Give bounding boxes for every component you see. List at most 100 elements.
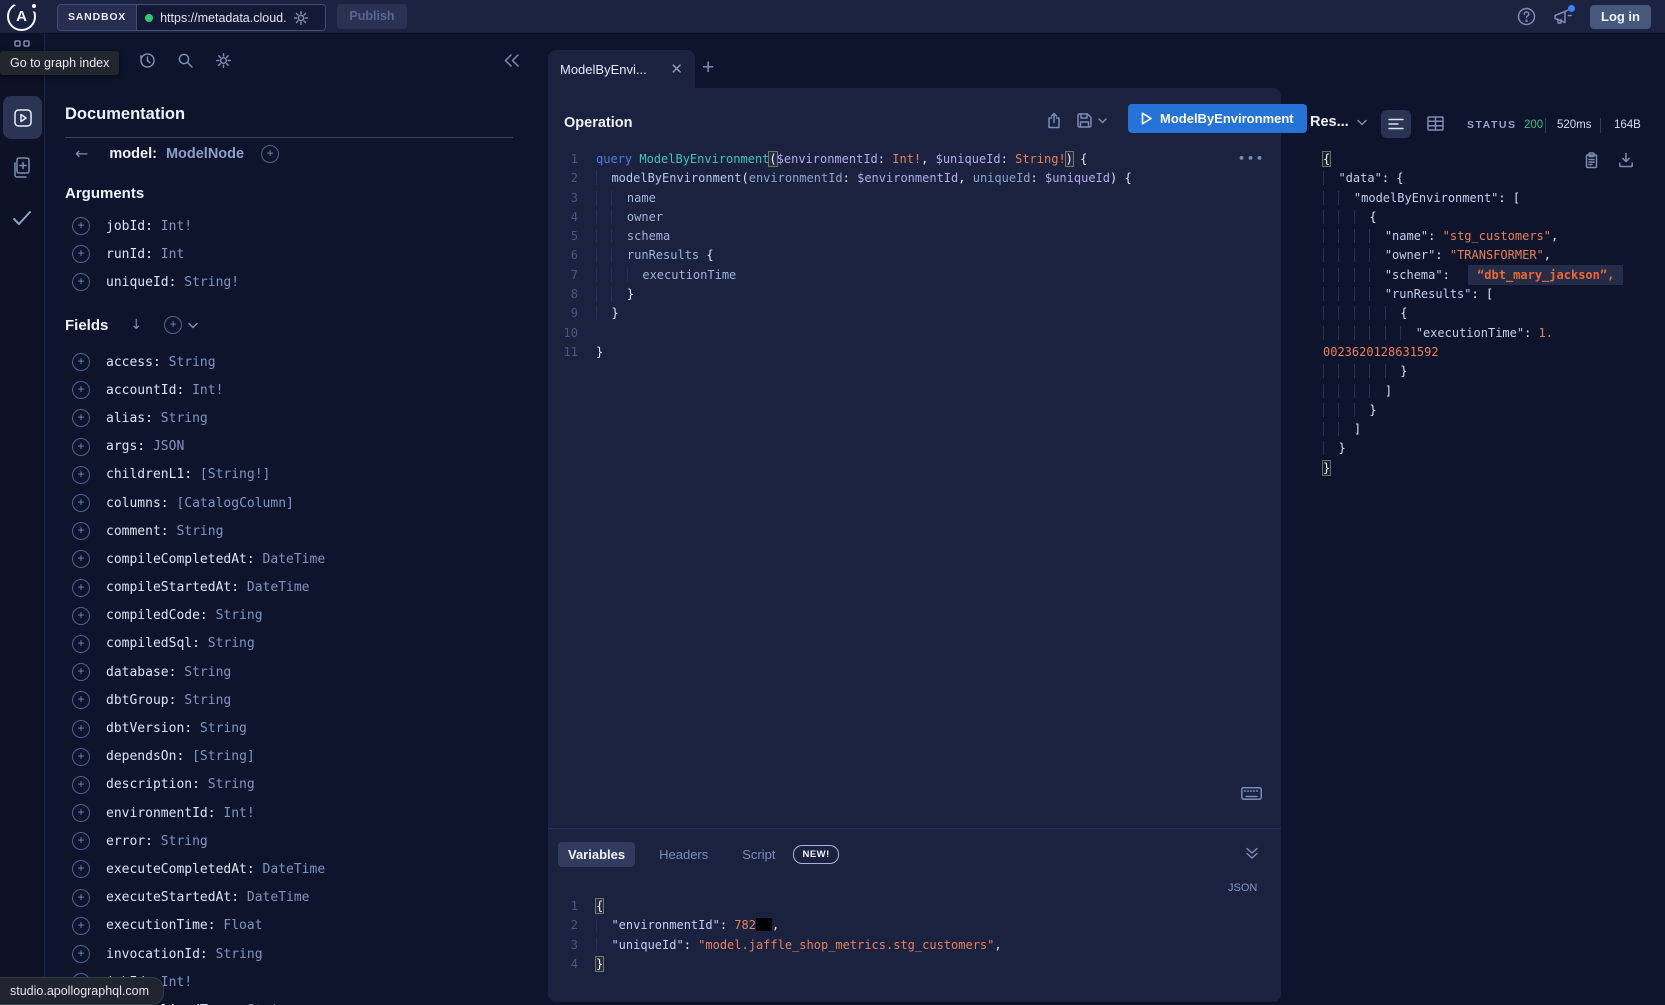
field-type[interactable]: Int! [153,219,192,234]
add-field-icon[interactable]: + [72,860,90,878]
history-icon[interactable] [139,52,156,69]
save-options-chevron-icon[interactable] [1098,118,1107,124]
field-type[interactable]: Float [216,918,263,933]
schema-field-row[interactable]: +dependsOn: [String] [44,743,540,771]
field-type[interactable]: String [208,608,263,623]
field-type[interactable]: String [200,777,255,792]
save-icon[interactable] [1076,112,1093,129]
apollo-logo[interactable]: A [7,2,36,31]
add-field-icon[interactable]: + [72,550,90,568]
add-fields-icon[interactable]: + [164,316,182,334]
field-type[interactable]: Int! [216,806,255,821]
login-button[interactable]: Log in [1590,5,1651,29]
schema-field-row[interactable]: +accountId: Int! [44,376,540,404]
schema-field-row[interactable]: +access: String [44,348,540,376]
search-icon[interactable] [177,52,194,69]
checks-icon[interactable] [0,209,44,227]
schema-field-row[interactable]: +dbtVersion: String [44,714,540,742]
list-view-button[interactable] [1381,110,1411,138]
keyboard-shortcuts-icon[interactable] [1241,787,1262,800]
schema-field-row[interactable]: +columns: [CatalogColumn] [44,489,540,517]
endpoint-settings-gear-icon[interactable] [293,10,309,26]
add-field-icon[interactable]: + [72,720,90,738]
field-type[interactable]: String [192,721,247,736]
collapse-panel-icon[interactable] [503,53,520,68]
add-field-icon[interactable]: + [72,945,90,963]
add-field-icon[interactable]: + [72,381,90,399]
add-field-icon[interactable]: + [72,917,90,935]
explorer-nav-selected[interactable] [3,96,42,139]
settings-gear-icon[interactable] [215,52,232,69]
field-type[interactable]: String [200,636,255,651]
field-type[interactable]: [String!] [192,467,270,482]
operation-tab-title[interactable]: ModelByEnvi... [560,62,664,77]
add-field-icon[interactable]: + [72,748,90,766]
field-type[interactable]: String [176,693,231,708]
add-field-icon[interactable]: + [72,273,90,291]
graph-index-icon[interactable] [0,35,44,49]
schema-field-row[interactable]: +description: String [44,771,540,799]
schema-field-row[interactable]: +args: JSON [44,433,540,461]
field-type[interactable]: DateTime [239,890,309,905]
breadcrumb-type[interactable]: ModelNode [166,146,244,162]
field-type[interactable]: DateTime [255,862,325,877]
schema-field-row[interactable]: +database: String [44,658,540,686]
variables-editor[interactable]: 1{2 "environmentId": 782,3 "uniqueId": "… [558,897,1268,974]
tab-variables[interactable]: Variables [558,842,635,867]
tab-script[interactable]: Script [732,842,779,867]
add-field-icon[interactable]: + [72,494,90,512]
back-arrow-icon[interactable]: ← [75,144,88,163]
run-operation-button[interactable]: ModelByEnvironment [1128,104,1307,133]
field-type[interactable]: [CatalogColumn] [169,496,294,511]
schema-field-row[interactable]: +environmentId: Int! [44,799,540,827]
field-type[interactable]: Int! [184,383,223,398]
add-field-icon[interactable]: + [72,438,90,456]
field-type[interactable]: String! [176,275,239,290]
add-field-icon[interactable]: + [72,607,90,625]
tab-headers[interactable]: Headers [649,842,718,867]
response-title[interactable]: Res... [1310,114,1367,130]
schema-field-row[interactable]: +executeStartedAt: DateTime [44,884,540,912]
field-type[interactable]: DateTime [239,580,309,595]
field-type[interactable]: DateTime [255,552,325,567]
field-type[interactable]: String [161,355,216,370]
field-type[interactable]: String [169,524,224,539]
field-type[interactable]: String [208,947,263,962]
collapse-variables-icon[interactable] [1245,846,1259,860]
schema-field-row[interactable]: +compileCompletedAt: DateTime [44,545,540,573]
schema-field-row[interactable]: +compiledSql: String [44,630,540,658]
add-field-icon[interactable]: + [72,579,90,597]
new-tab-icon[interactable]: + [702,54,714,82]
add-field-icon[interactable]: + [72,522,90,540]
schema-field-row[interactable]: +alias: String [44,404,540,432]
chevron-down-icon[interactable] [188,322,198,329]
field-type[interactable]: String [153,411,208,426]
operation-editor[interactable]: 1query ModelByEnvironment($environmentId… [558,150,1268,362]
field-type[interactable]: Int [153,247,184,262]
schema-field-row[interactable]: +executeCompletedAt: DateTime [44,855,540,883]
operation-tab[interactable]: ModelByEnvi... ✕ [548,50,695,88]
field-type[interactable]: String [153,834,208,849]
add-field-icon[interactable]: + [72,663,90,681]
share-icon[interactable] [1046,112,1062,129]
add-field-icon[interactable]: + [72,804,90,822]
add-field-icon[interactable]: + [72,409,90,427]
schema-field-row[interactable]: +invocationId: String [44,940,540,968]
field-type[interactable]: [String] [184,749,254,764]
add-field-icon[interactable]: + [72,832,90,850]
endpoint-url-field[interactable]: https://metadata.cloud.get [137,5,325,30]
add-field-icon[interactable]: + [72,217,90,235]
add-field-icon[interactable]: + [72,889,90,907]
field-type[interactable]: String [176,665,231,680]
schema-field-row[interactable]: +comment: String [44,517,540,545]
add-field-icon[interactable]: + [72,635,90,653]
add-field-icon[interactable]: + [72,466,90,484]
add-all-fields-icon[interactable]: + [261,145,279,163]
publish-button[interactable]: Publish [337,4,407,29]
schema-field-row[interactable]: +compiledCode: String [44,602,540,630]
field-type[interactable]: JSON [145,439,184,454]
schema-field-row[interactable]: +jobId: Int! [44,212,540,240]
announcements-icon[interactable] [1553,8,1573,26]
sort-fields-icon[interactable]: ↓ [130,317,142,333]
close-tab-icon[interactable]: ✕ [670,62,683,77]
